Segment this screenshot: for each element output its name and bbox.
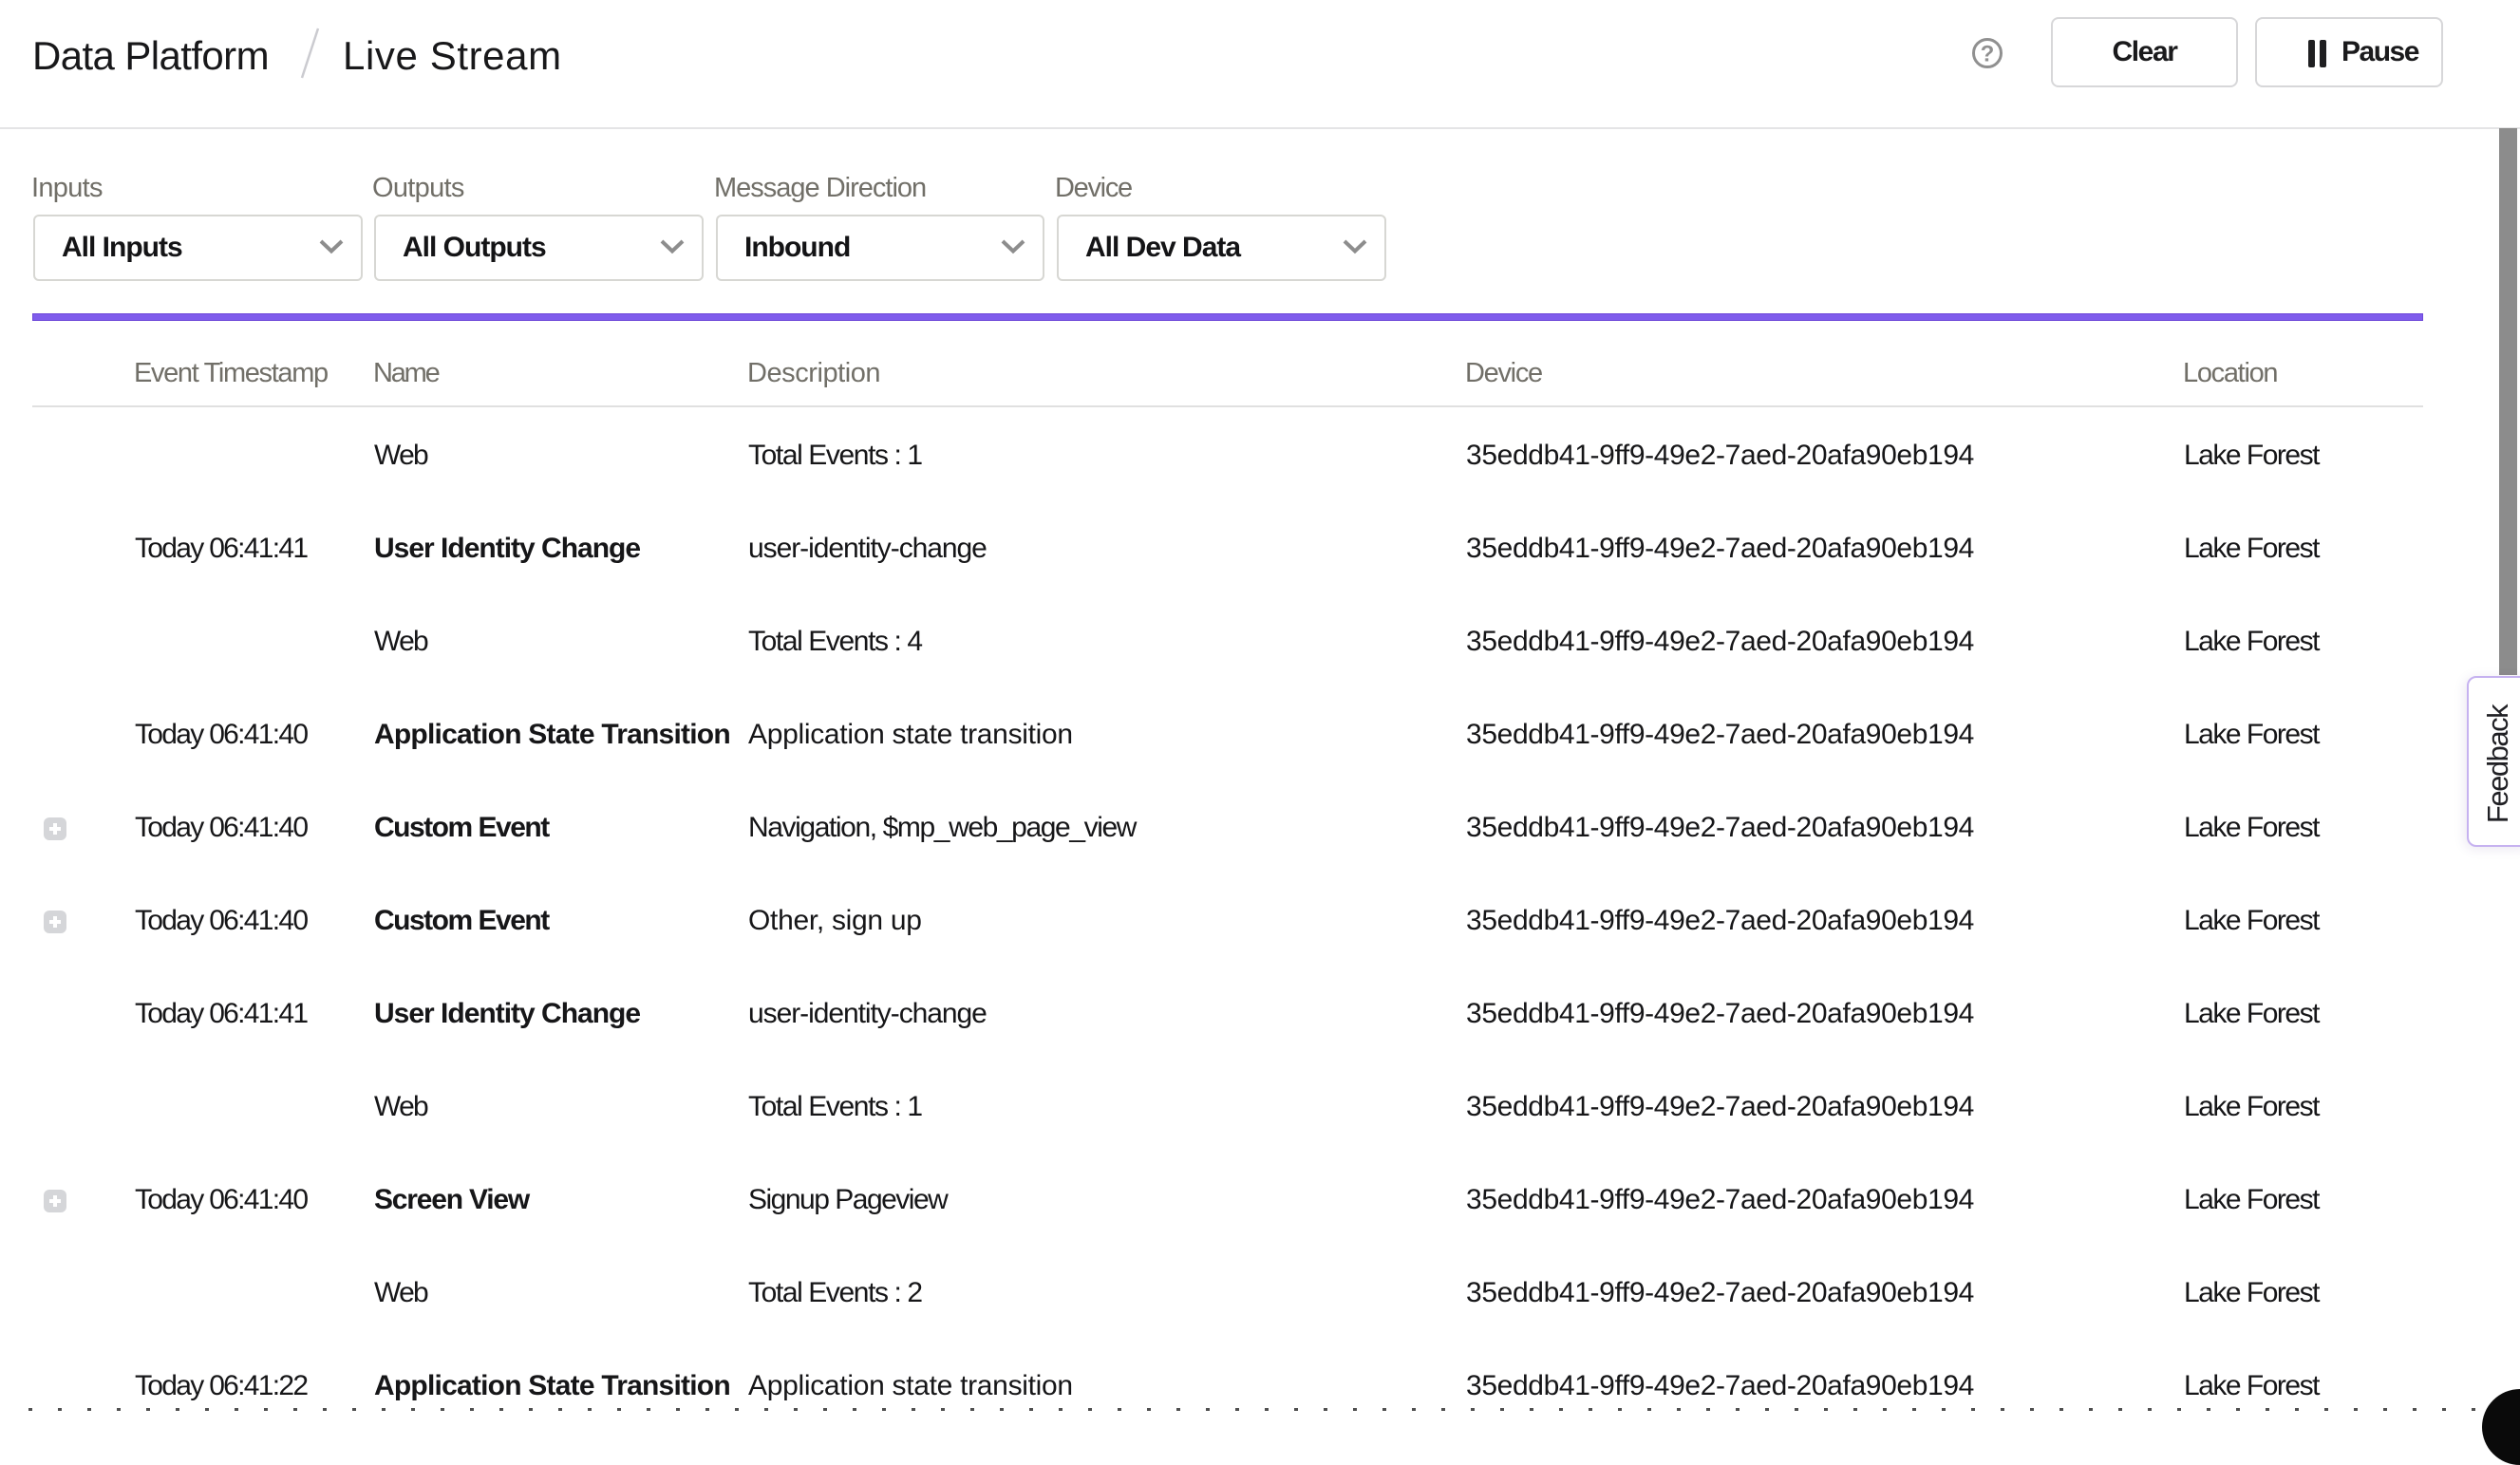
svg-text:?: ?	[1981, 42, 1995, 67]
